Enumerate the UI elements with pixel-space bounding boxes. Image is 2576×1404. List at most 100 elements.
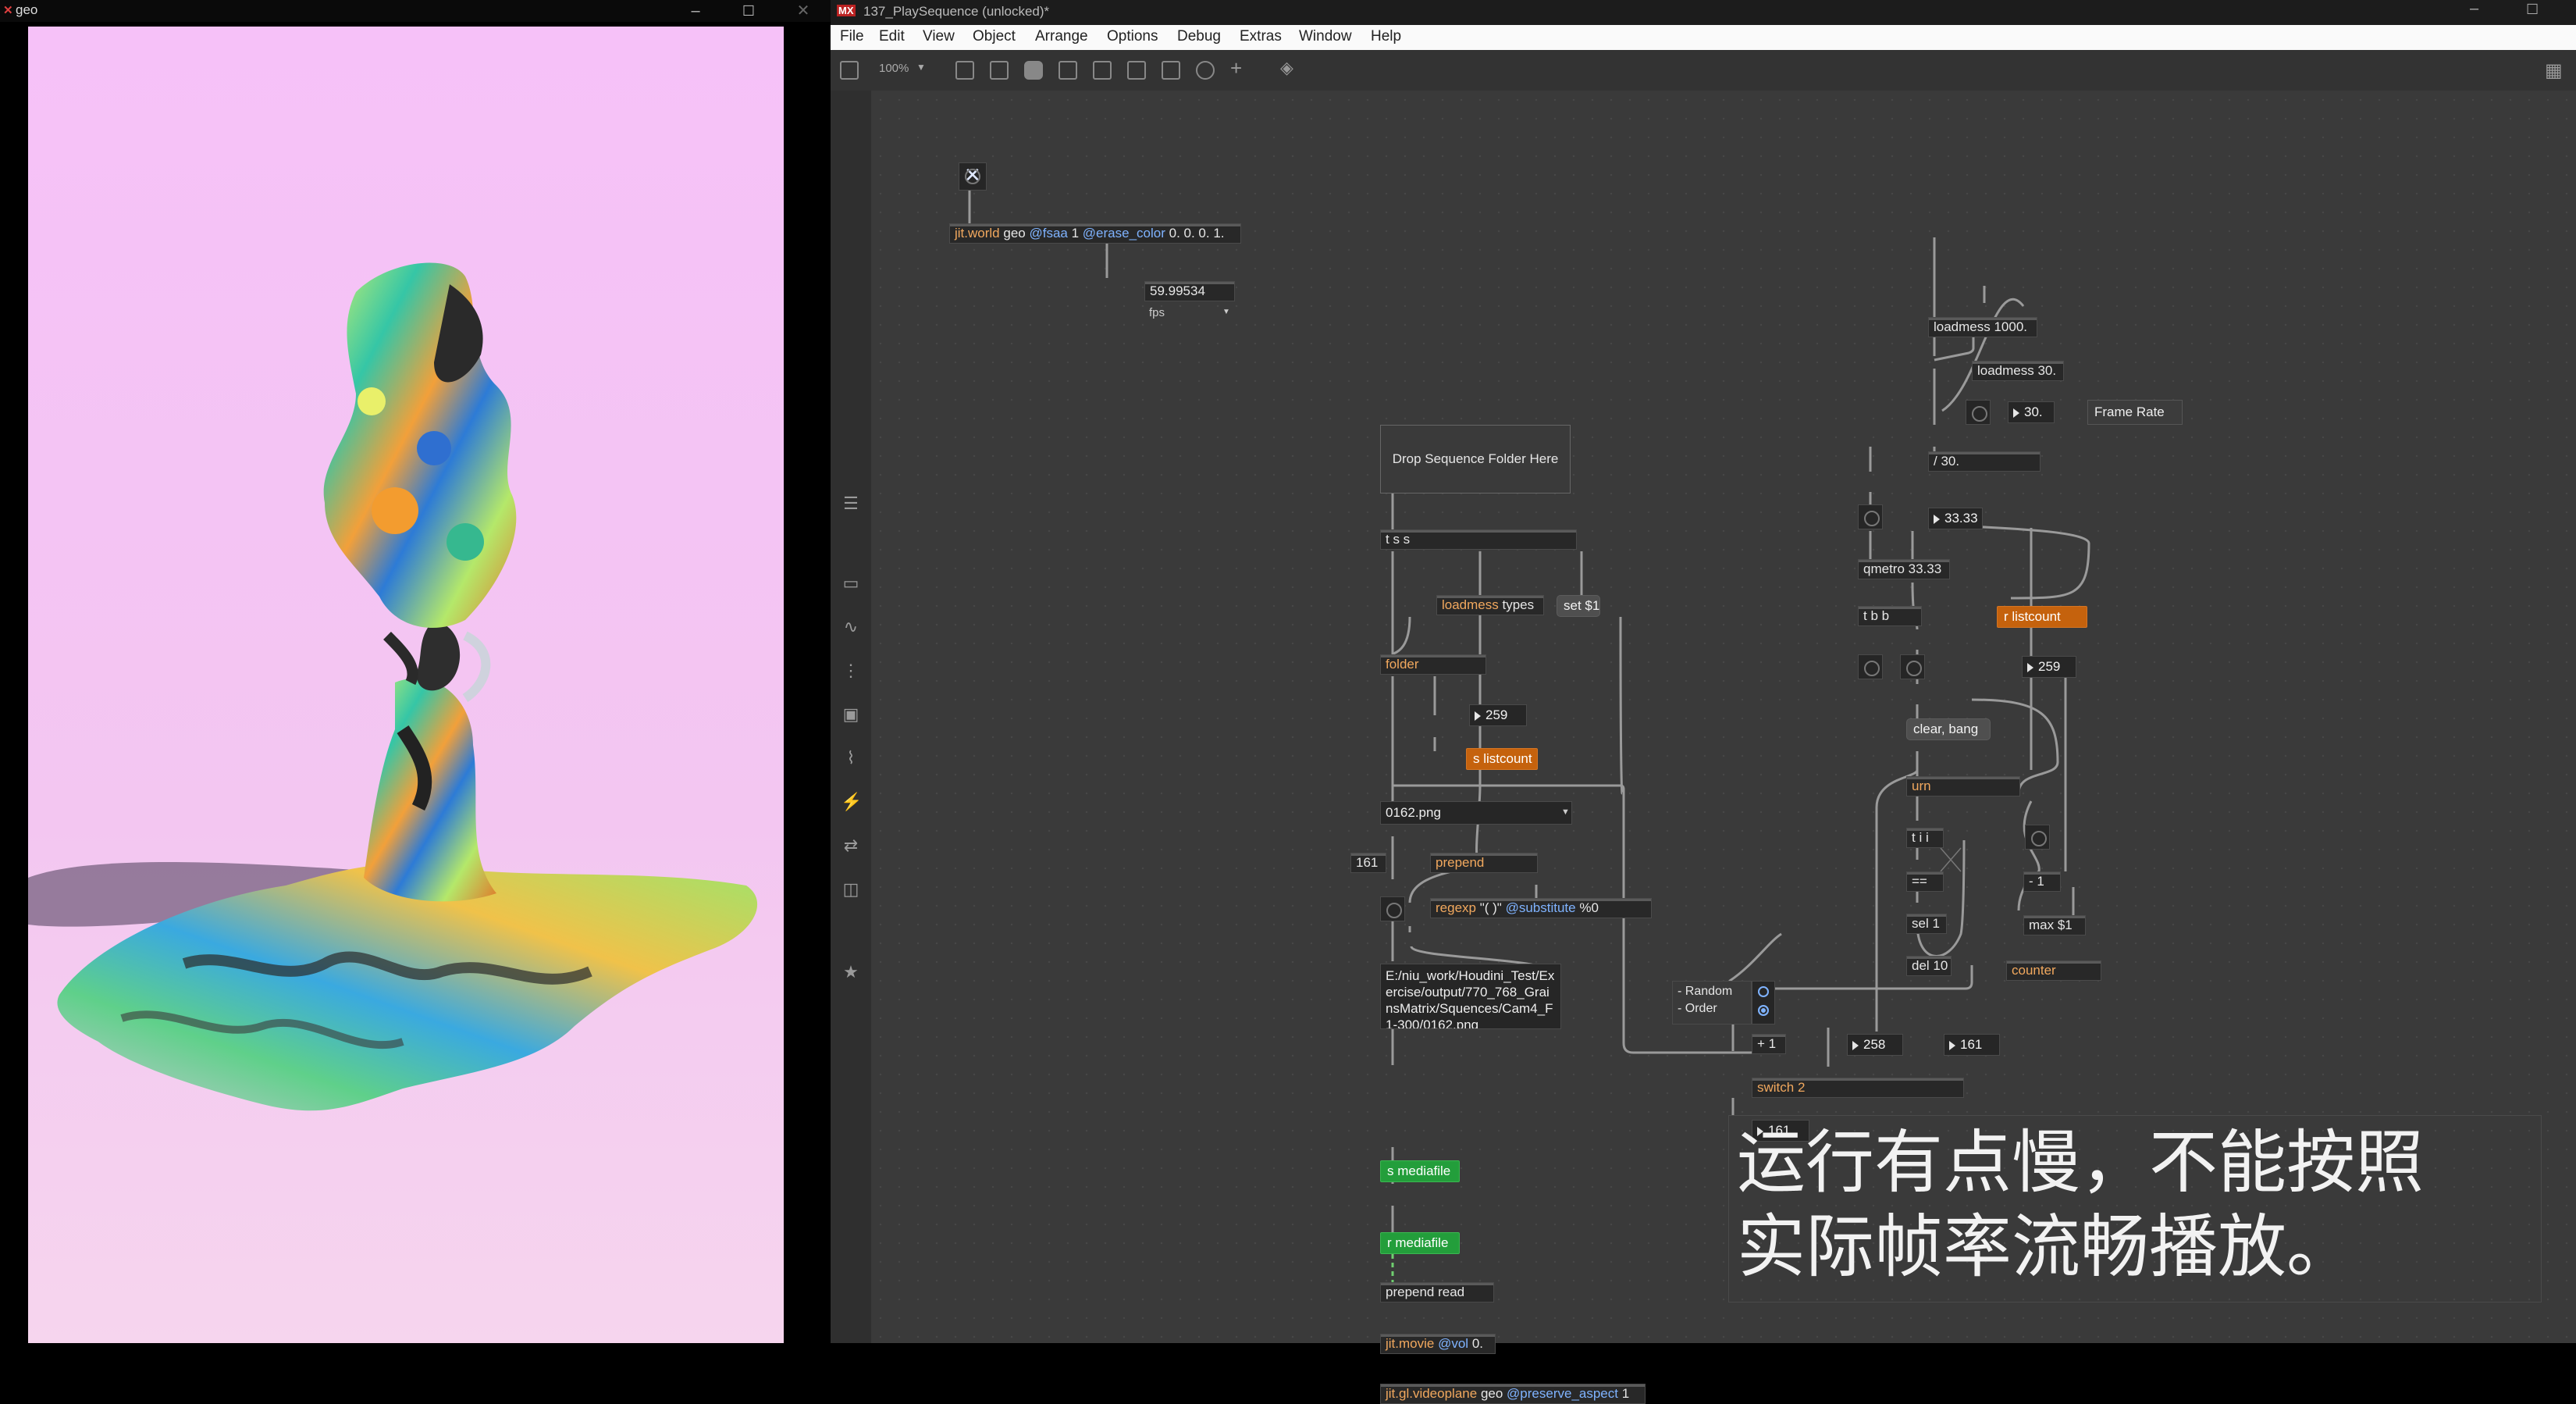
dial-object-icon[interactable] bbox=[1196, 61, 1215, 80]
left-sidebar: ☰ ▭ ∿ ⋮ ▣ ⌇ ⚡ ⇄ ◫ ★ bbox=[831, 91, 872, 1343]
frame-rate-number[interactable]: 30. bbox=[2008, 401, 2055, 423]
maximize-icon[interactable]: ☐ bbox=[2526, 2, 2539, 18]
sidebar-toggle-icon[interactable] bbox=[840, 61, 859, 80]
geo-render-canvas[interactable] bbox=[28, 27, 784, 1343]
loop-icon[interactable]: ⇄ bbox=[841, 836, 861, 856]
loadmess-types-object[interactable]: loadmess types bbox=[1436, 595, 1544, 615]
menu-file[interactable]: File bbox=[840, 28, 864, 45]
listcount-number[interactable]: 259 bbox=[1469, 704, 1527, 726]
jit-gl-videoplane-object[interactable]: jit.gl.videoplane geo @preserve_aspect 1 bbox=[1380, 1384, 1646, 1404]
file-path-message[interactable]: E:/niu_work/Houdini_Test/Exercise/output… bbox=[1380, 964, 1561, 1029]
menu-edit[interactable]: Edit bbox=[879, 28, 905, 45]
menu-window[interactable]: Window bbox=[1299, 28, 1352, 45]
folder-object[interactable]: folder bbox=[1380, 654, 1486, 675]
equals-object[interactable]: == bbox=[1906, 871, 1944, 892]
drop-folder-zone[interactable]: Drop Sequence Folder Here bbox=[1380, 425, 1571, 494]
menu-object[interactable]: Object bbox=[973, 28, 1016, 45]
menu-help[interactable]: Help bbox=[1371, 28, 1401, 45]
qmetro-object[interactable]: qmetro 33.33 bbox=[1858, 559, 1950, 579]
menubar: File Edit View Object Arrange Options De… bbox=[831, 25, 2576, 50]
video-icon[interactable]: ▭ bbox=[841, 573, 861, 593]
receive-listcount[interactable]: r listcount bbox=[1997, 606, 2087, 628]
bang-button[interactable] bbox=[2025, 825, 2050, 850]
interval-number[interactable]: 33.33 bbox=[1928, 508, 1983, 529]
menu-options[interactable]: Options bbox=[1107, 28, 1158, 45]
bang-button[interactable] bbox=[1858, 654, 1883, 679]
send-mediafile[interactable]: s mediafile bbox=[1380, 1160, 1460, 1182]
counter-object[interactable]: counter bbox=[2006, 960, 2101, 981]
menu-extras[interactable]: Extras bbox=[1240, 28, 1282, 45]
prepend-object[interactable]: prepend bbox=[1430, 853, 1538, 873]
comment-icon[interactable] bbox=[1024, 61, 1043, 80]
menu-arrange[interactable]: Arrange bbox=[1035, 28, 1088, 45]
prepend-read-object[interactable]: prepend read bbox=[1380, 1282, 1494, 1302]
add-icon[interactable]: + bbox=[1230, 56, 1242, 80]
toggle-x-icon[interactable]: ✕ bbox=[959, 162, 987, 191]
slider-object-icon[interactable] bbox=[1162, 61, 1180, 80]
list-icon[interactable]: ☰ bbox=[841, 494, 861, 514]
chevron-down-icon: ▼ bbox=[1222, 308, 1230, 316]
max-object[interactable]: max $1 bbox=[2023, 915, 2086, 935]
patcher-toolbar: 100% ▼ + ◈ ▦ bbox=[831, 50, 2576, 91]
del10-object[interactable]: del 10 bbox=[1906, 956, 1952, 976]
max-x-icon: ✕ bbox=[3, 4, 13, 17]
package-icon[interactable]: ◫ bbox=[841, 879, 861, 900]
minimize-icon[interactable]: – bbox=[676, 0, 715, 22]
toggle-object-icon[interactable] bbox=[1059, 61, 1077, 80]
presentation-icon[interactable] bbox=[955, 61, 974, 80]
grid-icon[interactable]: ▦ bbox=[2545, 59, 2563, 82]
minus1-object[interactable]: - 1 bbox=[2023, 871, 2061, 892]
listcount-number-2[interactable]: 259 bbox=[2022, 656, 2076, 678]
bang-object-icon[interactable] bbox=[1093, 61, 1112, 80]
regexp-object[interactable]: regexp "( )" @substitute %0 bbox=[1430, 898, 1652, 918]
maximize-icon[interactable]: ☐ bbox=[729, 0, 768, 22]
radio-order[interactable] bbox=[1758, 1005, 1769, 1016]
counter-output-number[interactable]: 161 bbox=[1944, 1034, 2000, 1056]
max-patcher-window: MX 137_PlaySequence (unlocked)* – ☐ File… bbox=[831, 0, 2576, 1404]
bang-button[interactable] bbox=[1900, 654, 1925, 679]
divide-object[interactable]: / 30. bbox=[1928, 451, 2041, 472]
switch-object[interactable]: switch 2 bbox=[1752, 1078, 1964, 1098]
max-titlebar: MX 137_PlaySequence (unlocked)* – ☐ bbox=[831, 0, 2576, 25]
patcher-canvas[interactable]: ✕ jit.world geo @fsaa 1 @erase_color 0. … bbox=[871, 91, 2576, 1404]
menu-debug[interactable]: Debug bbox=[1177, 28, 1221, 45]
fps-menu[interactable]: fps bbox=[1149, 306, 1165, 319]
send-listcount[interactable]: s listcount bbox=[1466, 748, 1538, 770]
tss-object[interactable]: t s s bbox=[1380, 529, 1577, 550]
sequence-icon[interactable]: ⋮ bbox=[841, 661, 861, 681]
audio-icon[interactable]: ∿ bbox=[841, 617, 861, 637]
paint-bucket-icon[interactable]: ◈ bbox=[1280, 58, 1293, 78]
number-object-icon[interactable] bbox=[1127, 61, 1146, 80]
receive-mediafile[interactable]: r mediafile bbox=[1380, 1232, 1460, 1254]
menu-view[interactable]: View bbox=[923, 28, 955, 45]
set-message[interactable]: set $1 bbox=[1557, 595, 1600, 617]
urn-object[interactable]: urn bbox=[1906, 776, 2020, 796]
plug-icon[interactable]: ⚡ bbox=[841, 792, 862, 812]
radio-random[interactable] bbox=[1758, 986, 1769, 997]
loadmess-1000-object[interactable]: loadmess 1000. bbox=[1928, 317, 2037, 337]
close-icon[interactable]: ✕ bbox=[784, 0, 823, 22]
minimize-icon[interactable]: – bbox=[2470, 0, 2478, 18]
tii-object[interactable]: t i i bbox=[1906, 828, 1944, 848]
sel1-object[interactable]: sel 1 bbox=[1906, 914, 1947, 934]
paperclip-icon[interactable]: ⌇ bbox=[841, 748, 861, 768]
clear-bang-message[interactable]: clear, bang bbox=[1906, 718, 1991, 740]
jit-world-object[interactable]: jit.world geo @fsaa 1 @erase_color 0. 0.… bbox=[949, 223, 1241, 244]
new-object-icon[interactable] bbox=[990, 61, 1009, 80]
urn-output-number[interactable]: 258 bbox=[1847, 1034, 1903, 1056]
chevron-down-icon: ▼ bbox=[916, 62, 926, 73]
toggle-x-icon[interactable] bbox=[1858, 504, 1883, 529]
bang-button[interactable] bbox=[1380, 896, 1405, 921]
star-icon[interactable]: ★ bbox=[841, 962, 861, 982]
loadmess-30-object[interactable]: loadmess 30. bbox=[1972, 361, 2064, 381]
filename-umenu[interactable]: 0162.png bbox=[1380, 801, 1572, 825]
image-icon[interactable]: ▣ bbox=[841, 704, 861, 725]
geo-window-title: geo bbox=[16, 2, 38, 17]
mode-radiogroup[interactable] bbox=[1752, 981, 1775, 1024]
bang-button[interactable] bbox=[1966, 400, 1991, 425]
plus1-object[interactable]: + 1 bbox=[1752, 1034, 1786, 1054]
jit-movie-object[interactable]: jit.movie @vol 0. bbox=[1380, 1334, 1496, 1354]
tbb-object[interactable]: t b b bbox=[1858, 606, 1922, 626]
zoom-dropdown[interactable]: 100% bbox=[879, 62, 909, 75]
index-number[interactable]: 161 bbox=[1350, 853, 1386, 873]
